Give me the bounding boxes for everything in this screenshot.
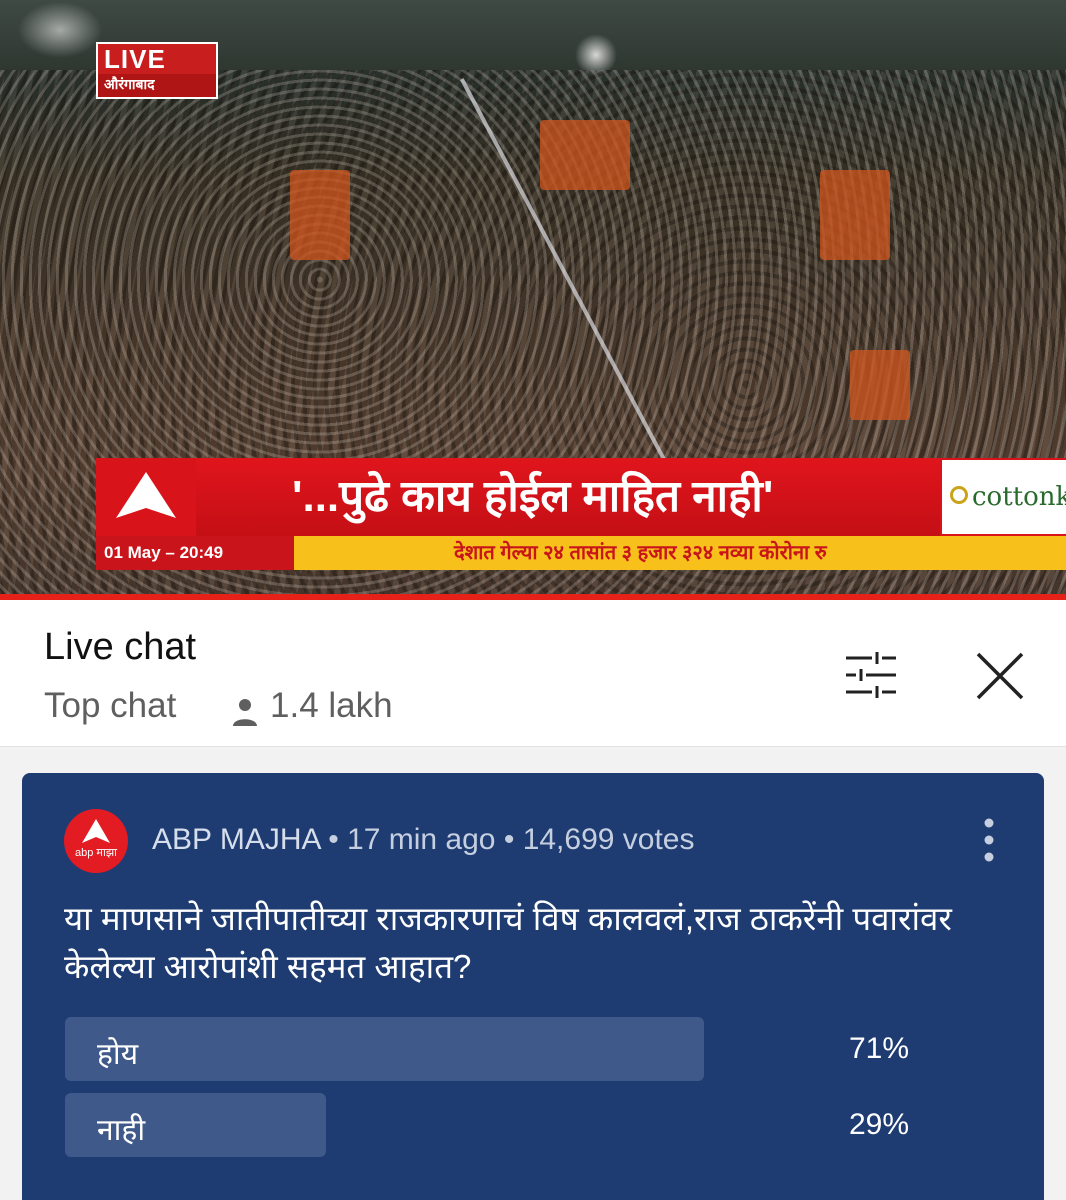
poll-option-percent: 71% [848,1032,909,1065]
poll-option-track [65,1093,965,1157]
filter-settings-icon[interactable] [842,650,900,700]
live-badge-text: LIVE [104,44,166,74]
ticker-timestamp: 01 May – 20:49 [96,536,294,570]
poll-meta: ABP MAJHA • 17 min ago • 14,699 votes [152,823,694,857]
chat-messages-area[interactable]: abp माझा ABP MAJHA • 17 min ago • 14,699… [0,747,1066,1200]
meta-separator: • [328,823,339,856]
news-ticker: '...पुढे काय होईल माहित नाही' cottonking… [96,458,1066,570]
sponsor-logo: cottonking [940,458,1066,536]
poll-question: या माणसाने जातीपातीच्या राजकारणाचं विष क… [64,900,952,985]
poll-option-percent: 29% [848,1108,909,1141]
poll-option-label: होय [97,1038,139,1071]
viewer-count: 1.4 lakh [270,686,393,725]
poll-option[interactable]: होय 71% [65,1017,965,1081]
poll-option[interactable]: नाही 29% [65,1093,965,1157]
live-location: औरंगाबाद [98,74,216,97]
video-flag [820,170,890,260]
ticker-scroll-text: देशात गेल्या २४ तासांत ३ हजार ३२४ नव्या … [294,536,1066,570]
poll-option-bar [65,1017,704,1081]
avatar: abp माझा [64,809,128,873]
more-options-icon[interactable] [980,815,998,865]
chat-title: Live chat [44,626,197,668]
poll-card: abp माझा ABP MAJHA • 17 min ago • 14,699… [22,773,1044,1200]
video-player[interactable]: LIVE औरंगाबाद '...पुढे काय होईल माहित ना… [0,0,1066,594]
video-flag [850,350,910,420]
close-icon[interactable] [972,650,1028,702]
video-flag [290,170,350,260]
live-badge: LIVE औरंगाबाद [96,42,218,99]
avatar-text: abp माझा [74,847,117,859]
abp-avatar-logo-icon [82,819,110,843]
viewer-person-icon [233,699,257,726]
poll-option-label: नाही [97,1114,146,1147]
poll-time: 17 min ago [347,823,496,856]
poll-author[interactable]: ABP MAJHA [152,823,320,856]
poll-option-track [65,1017,965,1081]
live-chat-header: Live chat Top chat 1.4 lakh [0,600,1066,747]
video-flag [540,120,630,190]
chat-mode-selector[interactable]: Top chat [44,686,176,726]
ticker-headline: '...पुढे काय होईल माहित नाही' [196,458,940,536]
sponsor-mark-icon [950,486,968,504]
poll-votes: 14,699 votes [522,823,695,856]
abp-logo-icon [96,458,196,536]
meta-separator: • [503,823,515,856]
sponsor-text: cottonking [972,482,1066,512]
